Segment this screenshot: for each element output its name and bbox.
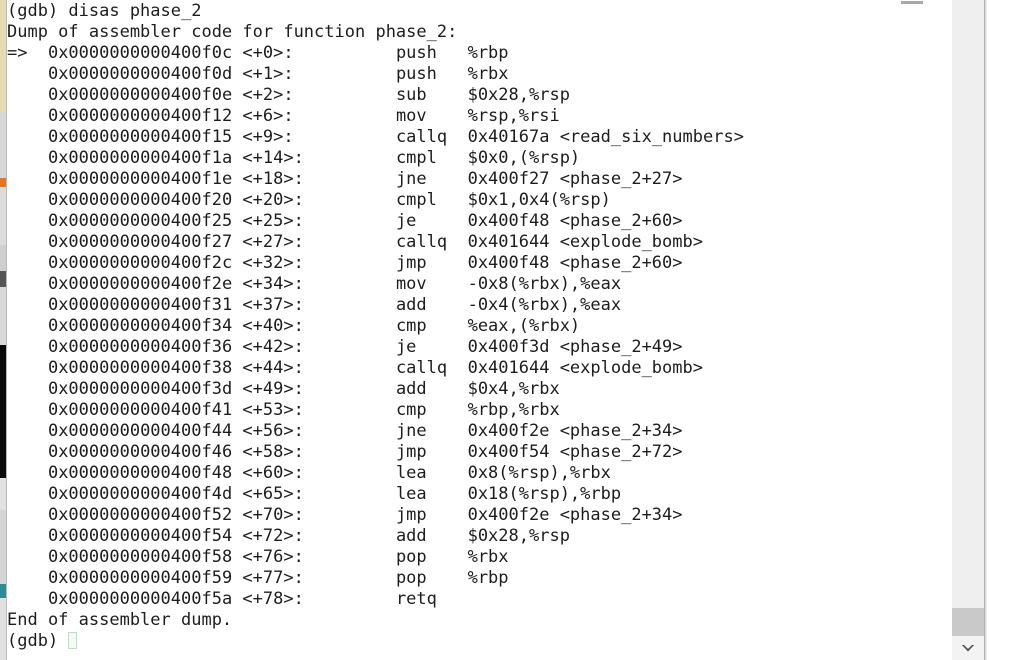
instruction-marker-blank: [7, 400, 38, 420]
instruction-marker-blank: [7, 274, 38, 294]
instruction-line: 0x0000000000400f36 <+42>: je 0x400f3d <p…: [7, 337, 952, 358]
instruction-line: 0x0000000000400f20 <+20>: cmpl $0x1,0x4(…: [7, 190, 952, 211]
instruction-line: 0x0000000000400f48 <+60>: lea 0x8(%rsp),…: [7, 463, 952, 484]
clipped-ui-nub: [901, 1, 923, 4]
instruction-text: 0x0000000000400f44 <+56>: jne 0x400f2e <…: [37, 421, 683, 441]
instruction-text: 0x0000000000400f4d <+65>: lea 0x18(%rsp)…: [37, 484, 622, 504]
instruction-line: 0x0000000000400f3d <+49>: add $0x4,%rbx: [7, 379, 952, 400]
instruction-marker-blank: [7, 316, 38, 336]
instruction-marker-blank: [7, 232, 38, 252]
instruction-text: 0x0000000000400f25 <+25>: je 0x400f48 <p…: [37, 211, 683, 231]
instruction-marker-blank: [7, 85, 38, 105]
instruction-marker-blank: [7, 547, 38, 567]
instruction-line: 0x0000000000400f1e <+18>: jne 0x400f27 <…: [7, 169, 952, 190]
instruction-text: 0x0000000000400f0c <+0>: push %rbp: [37, 43, 509, 63]
instruction-text: 0x0000000000400f2e <+34>: mov -0x8(%rbx)…: [37, 274, 622, 294]
instruction-line: 0x0000000000400f2e <+34>: mov -0x8(%rbx)…: [7, 274, 952, 295]
dump-header-line: Dump of assembler code for function phas…: [7, 22, 458, 42]
instruction-text: 0x0000000000400f38 <+44>: callq 0x401644…: [37, 358, 703, 378]
instruction-line: 0x0000000000400f15 <+9>: callq 0x40167a …: [7, 127, 952, 148]
instruction-marker-blank: [7, 64, 38, 84]
instruction-text: 0x0000000000400f0e <+2>: sub $0x28,%rsp: [37, 85, 570, 105]
instruction-text: 0x0000000000400f27 <+27>: callq 0x401644…: [37, 232, 703, 252]
instruction-text: 0x0000000000400f5a <+78>: retq: [37, 589, 468, 609]
chevron-down-icon: [961, 644, 975, 653]
instruction-line: 0x0000000000400f34 <+40>: cmp %eax,(%rbx…: [7, 316, 952, 337]
gdb-console-pane[interactable]: (gdb) disas phase_2 Dump of assembler co…: [7, 0, 952, 660]
command-line: (gdb) disas phase_2: [7, 1, 202, 21]
console-lines: (gdb) disas phase_2 Dump of assembler co…: [7, 0, 952, 652]
instruction-line: 0x0000000000400f0d <+1>: push %rbx: [7, 64, 952, 85]
instruction-text: 0x0000000000400f41 <+53>: cmp %rbp,%rbx: [37, 400, 560, 420]
end-of-dump-line: End of assembler dump.: [7, 610, 233, 630]
instruction-text: 0x0000000000400f34 <+40>: cmp %eax,(%rbx…: [37, 316, 581, 336]
instruction-text: 0x0000000000400f12 <+6>: mov %rsp,%rsi: [37, 106, 560, 126]
instruction-text: 0x0000000000400f59 <+77>: pop %rbp: [37, 568, 509, 588]
instruction-line: => 0x0000000000400f0c <+0>: push %rbp: [7, 43, 952, 64]
instruction-marker-blank: [7, 253, 38, 273]
instruction-text: 0x0000000000400f48 <+60>: lea 0x8(%rsp),…: [37, 463, 611, 483]
instruction-line: 0x0000000000400f44 <+56>: jne 0x400f2e <…: [7, 421, 952, 442]
instruction-text: 0x0000000000400f58 <+76>: pop %rbx: [37, 547, 509, 567]
instruction-text: 0x0000000000400f0d <+1>: push %rbx: [37, 64, 509, 84]
instruction-line: 0x0000000000400f31 <+37>: add -0x4(%rbx)…: [7, 295, 952, 316]
instruction-list: => 0x0000000000400f0c <+0>: push %rbp 0x…: [7, 43, 952, 610]
instruction-marker-blank: [7, 106, 38, 126]
scrollbar-thumb[interactable]: [952, 608, 984, 636]
text-cursor: [68, 632, 78, 649]
instruction-line: 0x0000000000400f2c <+32>: jmp 0x400f48 <…: [7, 253, 952, 274]
instruction-text: 0x0000000000400f54 <+72>: add $0x28,%rsp: [37, 526, 570, 546]
instruction-text: 0x0000000000400f46 <+58>: jmp 0x400f54 <…: [37, 442, 683, 462]
instruction-line: 0x0000000000400f41 <+53>: cmp %rbp,%rbx: [7, 400, 952, 421]
instruction-text: 0x0000000000400f15 <+9>: callq 0x40167a …: [37, 127, 744, 147]
instruction-text: 0x0000000000400f1e <+18>: jne 0x400f27 <…: [37, 169, 683, 189]
instruction-text: 0x0000000000400f1a <+14>: cmpl $0x0,(%rs…: [37, 148, 581, 168]
instruction-line: 0x0000000000400f25 <+25>: je 0x400f48 <p…: [7, 211, 952, 232]
instruction-line: 0x0000000000400f0e <+2>: sub $0x28,%rsp: [7, 85, 952, 106]
instruction-text: 0x0000000000400f31 <+37>: add -0x4(%rbx)…: [37, 295, 622, 315]
current-instruction-marker: =>: [7, 43, 38, 63]
instruction-marker-blank: [7, 127, 38, 147]
instruction-marker-blank: [7, 169, 38, 189]
instruction-marker-blank: [7, 505, 38, 525]
instruction-marker-blank: [7, 484, 38, 504]
instruction-marker-blank: [7, 190, 38, 210]
right-background-pad: [987, 0, 1024, 660]
vertical-scrollbar[interactable]: [952, 0, 984, 660]
instruction-marker-blank: [7, 589, 38, 609]
instruction-line: 0x0000000000400f46 <+58>: jmp 0x400f54 <…: [7, 442, 952, 463]
instruction-text: 0x0000000000400f3d <+49>: add $0x4,%rbx: [37, 379, 560, 399]
scrollbar-down-button[interactable]: [952, 636, 984, 660]
instruction-line: 0x0000000000400f4d <+65>: lea 0x18(%rsp)…: [7, 484, 952, 505]
prompt-text: (gdb): [7, 631, 69, 651]
instruction-marker-blank: [7, 337, 38, 357]
instruction-line: 0x0000000000400f12 <+6>: mov %rsp,%rsi: [7, 106, 952, 127]
instruction-line: 0x0000000000400f1a <+14>: cmpl $0x0,(%rs…: [7, 148, 952, 169]
instruction-line: 0x0000000000400f38 <+44>: callq 0x401644…: [7, 358, 952, 379]
instruction-text: 0x0000000000400f52 <+70>: jmp 0x400f2e <…: [37, 505, 683, 525]
final-prompt-line[interactable]: (gdb): [7, 631, 952, 652]
instruction-marker-blank: [7, 442, 38, 462]
instruction-marker-blank: [7, 148, 38, 168]
instruction-text: 0x0000000000400f36 <+42>: je 0x400f3d <p…: [37, 337, 683, 357]
instruction-line: 0x0000000000400f59 <+77>: pop %rbp: [7, 568, 952, 589]
instruction-text: 0x0000000000400f2c <+32>: jmp 0x400f48 <…: [37, 253, 683, 273]
instruction-marker-blank: [7, 379, 38, 399]
instruction-line: 0x0000000000400f52 <+70>: jmp 0x400f2e <…: [7, 505, 952, 526]
instruction-marker-blank: [7, 526, 38, 546]
instruction-marker-blank: [7, 295, 38, 315]
instruction-marker-blank: [7, 421, 38, 441]
instruction-marker-blank: [7, 568, 38, 588]
instruction-line: 0x0000000000400f27 <+27>: callq 0x401644…: [7, 232, 952, 253]
instruction-marker-blank: [7, 211, 38, 231]
instruction-marker-blank: [7, 463, 38, 483]
instruction-marker-blank: [7, 358, 38, 378]
instruction-text: 0x0000000000400f20 <+20>: cmpl $0x1,0x4(…: [37, 190, 611, 210]
instruction-line: 0x0000000000400f58 <+76>: pop %rbx: [7, 547, 952, 568]
screen-root: (gdb) disas phase_2 Dump of assembler co…: [0, 0, 1024, 660]
instruction-line: 0x0000000000400f54 <+72>: add $0x28,%rsp: [7, 526, 952, 547]
instruction-line: 0x0000000000400f5a <+78>: retq: [7, 589, 952, 610]
